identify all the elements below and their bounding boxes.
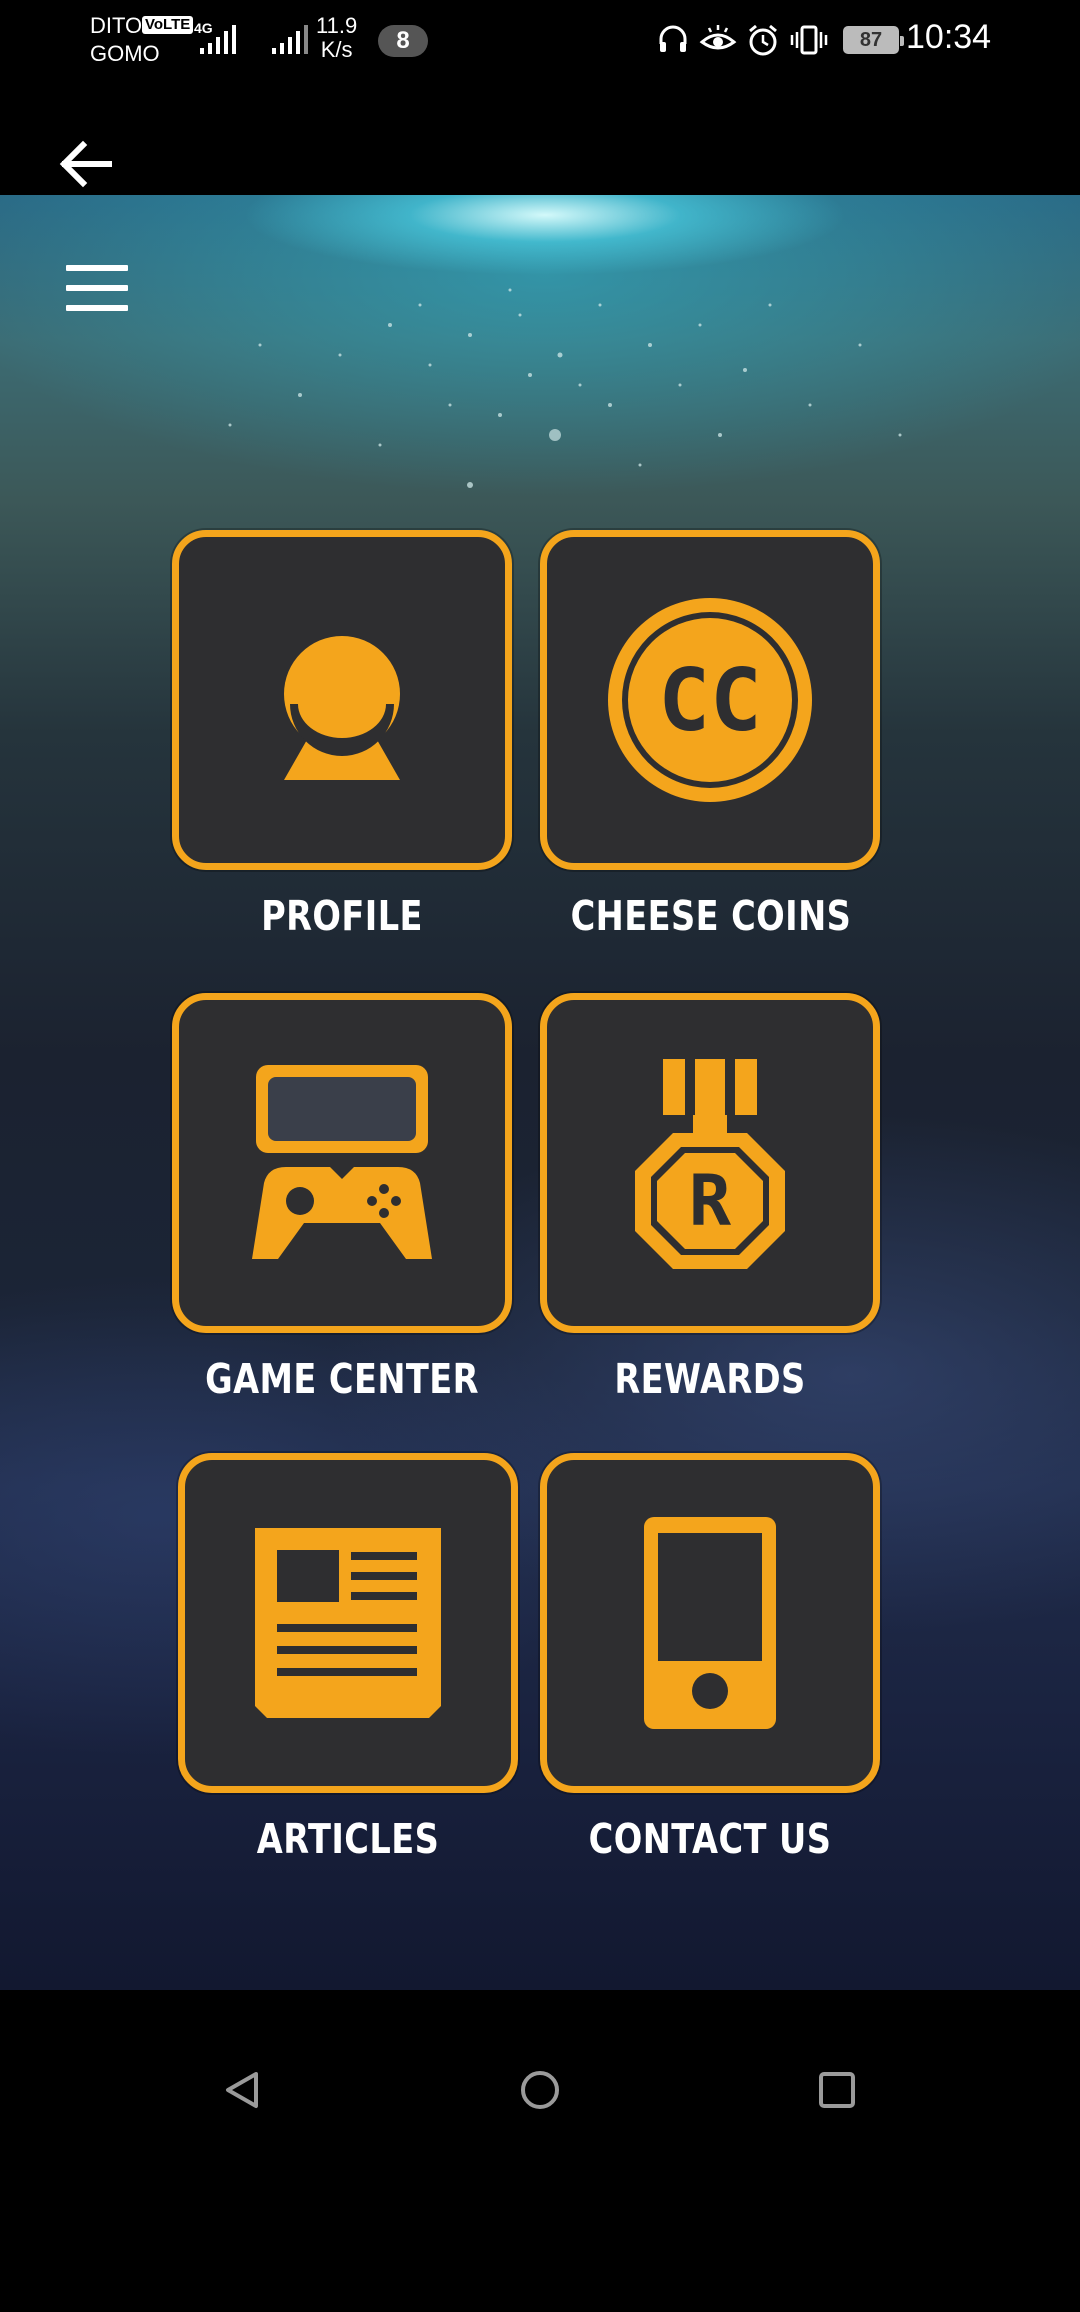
- tile-label: CHEESE COINS: [570, 892, 852, 940]
- tile-label: PROFILE: [261, 892, 423, 940]
- eye-comfort-icon: [699, 25, 737, 50]
- cheese-coins-tile-box[interactable]: CC: [540, 530, 880, 870]
- nav-back-button[interactable]: [202, 2050, 282, 2130]
- network-speed-value: 11.9: [316, 13, 358, 38]
- circle-home-icon: [521, 2071, 559, 2109]
- clock: 10:34: [906, 18, 992, 56]
- menu-line-icon: [66, 285, 128, 291]
- profile-tile-box[interactable]: [172, 530, 512, 870]
- tile-label: REWARDS: [614, 1355, 806, 1403]
- battery-icon: 87: [843, 26, 904, 54]
- game-controller-icon: [252, 1065, 432, 1259]
- action-bar: [0, 80, 1080, 195]
- network-speed-unit: K/s: [320, 37, 353, 62]
- system-navigation-bar: [0, 1990, 1080, 2312]
- volte-badge: VoLTE: [142, 16, 194, 34]
- alarm-icon: [749, 24, 777, 56]
- medal-text: R: [689, 1160, 732, 1242]
- headphones-icon: [659, 25, 687, 52]
- status-bar: DITO GOMO VoLTE 4G 11.9 K/s 8 87 10:34: [0, 0, 1080, 80]
- main-content: PROFILE CC CHEESE COINS GAME CENTER R RE…: [0, 195, 1080, 1990]
- nav-home-button[interactable]: [500, 2050, 580, 2130]
- signal-strength-icon-1: [200, 25, 236, 54]
- star-dust-decoration: [228, 288, 902, 488]
- menu-line-icon: [66, 265, 128, 271]
- coin-text: CC: [658, 651, 762, 751]
- rewards-tile[interactable]: R REWARDS: [540, 993, 880, 1403]
- articles-tile-box[interactable]: [178, 1453, 518, 1793]
- tile-label: GAME CENTER: [205, 1355, 479, 1403]
- network-speed: 11.9 K/s: [316, 14, 357, 62]
- game-center-tile-box[interactable]: [172, 993, 512, 1333]
- contact-us-tile-box[interactable]: [540, 1453, 880, 1793]
- back-button[interactable]: [50, 134, 120, 194]
- carrier-line-2: GOMO: [90, 41, 160, 66]
- phone-icon: [644, 1517, 776, 1729]
- game-center-tile[interactable]: GAME CENTER: [172, 993, 512, 1403]
- cheese-coin-icon: CC: [608, 598, 812, 802]
- status-icons: 87: [655, 22, 904, 58]
- triangle-back-icon: [226, 2072, 258, 2108]
- cheese-coins-tile[interactable]: CC CHEESE COINS: [540, 530, 880, 940]
- newspaper-icon: [255, 1528, 441, 1718]
- rewards-tile-box[interactable]: R: [540, 993, 880, 1333]
- articles-tile[interactable]: ARTICLES: [178, 1453, 518, 1863]
- tile-label: ARTICLES: [256, 1815, 440, 1863]
- notification-count-badge: 8: [378, 25, 428, 57]
- profile-icon: [284, 636, 400, 780]
- square-recents-icon: [819, 2072, 855, 2108]
- nav-recents-button[interactable]: [797, 2050, 877, 2130]
- hamburger-menu-button[interactable]: [62, 265, 132, 319]
- arrow-left-icon: [59, 140, 112, 188]
- contact-us-tile[interactable]: CONTACT US: [540, 1453, 880, 1863]
- reward-medal-icon: R: [635, 1059, 785, 1269]
- signal-strength-icon-2: [272, 25, 308, 54]
- profile-tile[interactable]: PROFILE: [172, 530, 512, 940]
- vibrate-icon: [790, 25, 828, 55]
- menu-line-icon: [66, 305, 128, 311]
- tile-label: CONTACT US: [588, 1815, 832, 1863]
